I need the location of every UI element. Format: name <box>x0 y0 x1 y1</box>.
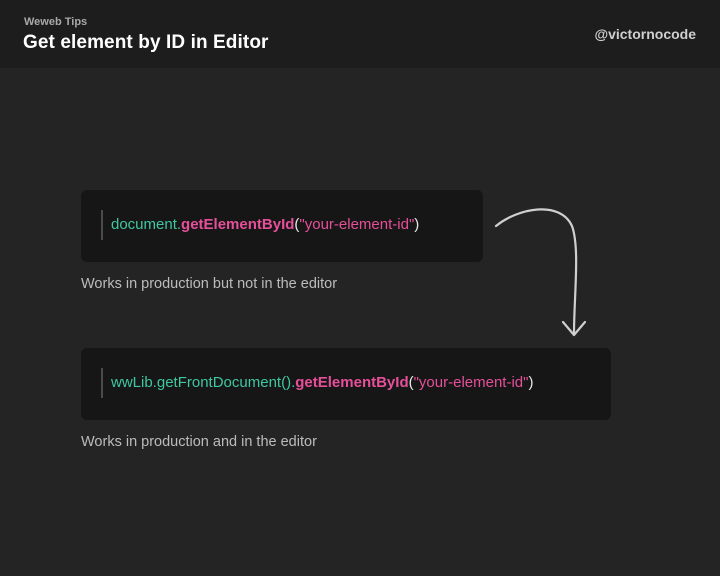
code-method: getElementById <box>295 374 409 391</box>
code-gutter <box>101 210 103 240</box>
tip-card: Weweb Tips Get element by ID in Editor @… <box>0 0 720 576</box>
code-object: wwLib.getFrontDocument() <box>111 374 292 391</box>
curved-arrow-down-icon <box>494 208 587 337</box>
code-gutter <box>101 368 103 398</box>
code-object: document <box>111 216 177 233</box>
author-handle: @victornocode <box>594 26 696 42</box>
code-snippet-1: document.getElementById("your-element-id… <box>81 190 483 262</box>
code-method: getElementById <box>181 216 295 233</box>
code-string: "your-element-id" <box>413 374 529 391</box>
header: Weweb Tips Get element by ID in Editor @… <box>0 0 720 68</box>
header-eyebrow: Weweb Tips <box>24 16 88 28</box>
caption-1: Works in production but not in the edito… <box>81 276 338 292</box>
caption-2: Works in production and in the editor <box>81 434 317 450</box>
code-close-paren: ) <box>528 374 534 391</box>
code-line: document.getElementById("your-element-id… <box>111 216 419 233</box>
page-title: Get element by ID in Editor <box>23 32 269 53</box>
code-line: wwLib.getFrontDocument().getElementById(… <box>111 374 533 391</box>
code-snippet-2: wwLib.getFrontDocument().getElementById(… <box>81 348 611 420</box>
code-close-paren: ) <box>414 216 420 233</box>
code-string: "your-element-id" <box>299 216 415 233</box>
